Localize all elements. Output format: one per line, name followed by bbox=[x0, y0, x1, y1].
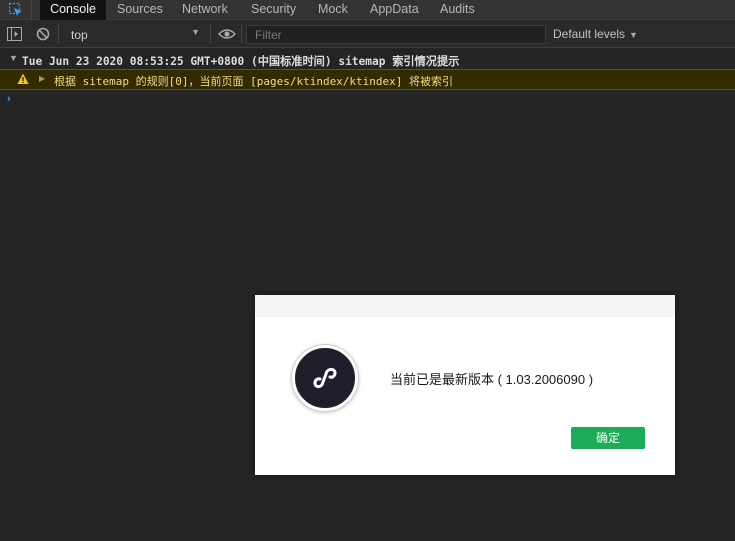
context-value: top bbox=[71, 28, 88, 42]
dialog-message: 当前已是最新版本 ( 1.03.2006090 ) bbox=[390, 372, 594, 387]
dialog-header bbox=[255, 295, 675, 317]
console-input[interactable] bbox=[20, 91, 720, 108]
toolbar-divider bbox=[241, 25, 242, 43]
prompt-chevron-icon: › bbox=[7, 93, 11, 105]
sidebar-toggle-icon[interactable] bbox=[7, 27, 22, 41]
toolbar-divider bbox=[210, 25, 211, 43]
expand-triangle-icon[interactable]: ▶ bbox=[39, 74, 45, 83]
tab-network[interactable]: Network bbox=[182, 0, 228, 20]
mini-program-logo-icon bbox=[313, 367, 337, 389]
tab-sources[interactable]: Sources bbox=[117, 0, 163, 20]
mini-program-logo bbox=[292, 345, 358, 411]
console-warning-message: ▶ 根据 sitemap 的规则[0]，当前页面 [pages/ktindex/… bbox=[0, 69, 735, 90]
toolbar-divider bbox=[58, 25, 59, 43]
tab-console[interactable]: Console bbox=[40, 0, 106, 20]
confirm-button[interactable]: 确定 bbox=[571, 427, 645, 449]
update-dialog: 当前已是最新版本 ( 1.03.2006090 ) 确定 bbox=[255, 295, 675, 475]
context-selector[interactable]: top ▼ bbox=[62, 24, 206, 44]
tab-appdata[interactable]: AppData bbox=[370, 0, 419, 20]
devtools-tabbar: Console Sources Network Security Mock Ap… bbox=[0, 0, 735, 20]
clear-console-icon[interactable] bbox=[36, 27, 50, 41]
console-prompt: › bbox=[0, 90, 735, 110]
warning-icon bbox=[17, 73, 29, 84]
console-toolbar: top ▼ Default levels▼ bbox=[0, 20, 735, 48]
filter-input[interactable] bbox=[246, 25, 546, 44]
tab-mock[interactable]: Mock bbox=[318, 0, 348, 20]
group-header-text: Tue Jun 23 2020 08:53:25 GMT+0800 (中国标准时… bbox=[22, 55, 460, 68]
live-expression-eye-icon[interactable] bbox=[218, 28, 236, 40]
log-levels-label: Default levels bbox=[553, 27, 626, 41]
log-levels-dropdown[interactable]: Default levels ▼ bbox=[553, 27, 638, 43]
chevron-down-icon: ▼ bbox=[191, 27, 200, 37]
tab-security[interactable]: Security bbox=[251, 0, 296, 20]
inspect-cursor-icon bbox=[8, 2, 22, 16]
expand-triangle-icon[interactable]: ▼ bbox=[9, 53, 18, 63]
inspect-element-button[interactable] bbox=[0, 0, 32, 20]
console-group-header[interactable]: ▼ Tue Jun 23 2020 08:53:25 GMT+0800 (中国标… bbox=[0, 49, 735, 69]
warning-text: 根据 sitemap 的规则[0]，当前页面 [pages/ktindex/kt… bbox=[54, 75, 454, 88]
tab-audits[interactable]: Audits bbox=[440, 0, 475, 20]
chevron-down-icon: ▼ bbox=[629, 30, 638, 40]
